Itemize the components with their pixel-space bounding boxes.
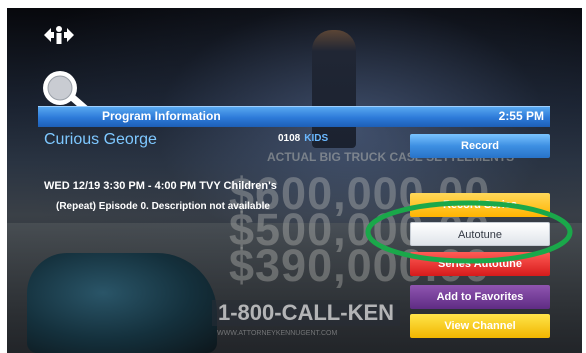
clock: 2:55 PM [498, 109, 544, 123]
view-channel-button[interactable]: View Channel [410, 314, 550, 338]
program-info-bar: Program Information 2:55 PM [38, 106, 550, 127]
background-url: WWW.ATTORNEYKENNUGENT.COM [217, 330, 338, 337]
record-button[interactable]: Record [410, 134, 550, 158]
program-title: Curious George [44, 131, 157, 148]
page-title: Program Information [102, 109, 221, 123]
background-phone: 1-800-CALL-KEN [212, 300, 401, 326]
add-to-favorites-button[interactable]: Add to Favorites [410, 285, 550, 309]
channel-name: KIDS [304, 133, 329, 144]
channel-info: 0108 KIDS [278, 133, 328, 144]
background-truck [27, 253, 217, 353]
channel-number: 0108 [278, 133, 301, 144]
info-icon[interactable] [42, 24, 76, 46]
air-time-rating: WED 12/19 3:30 PM - 4:00 PM TVY Children… [44, 180, 277, 192]
highlight-ellipse [365, 200, 573, 264]
program-description: (Repeat) Episode 0. Description not avai… [56, 201, 270, 212]
background-presenter [312, 30, 356, 148]
